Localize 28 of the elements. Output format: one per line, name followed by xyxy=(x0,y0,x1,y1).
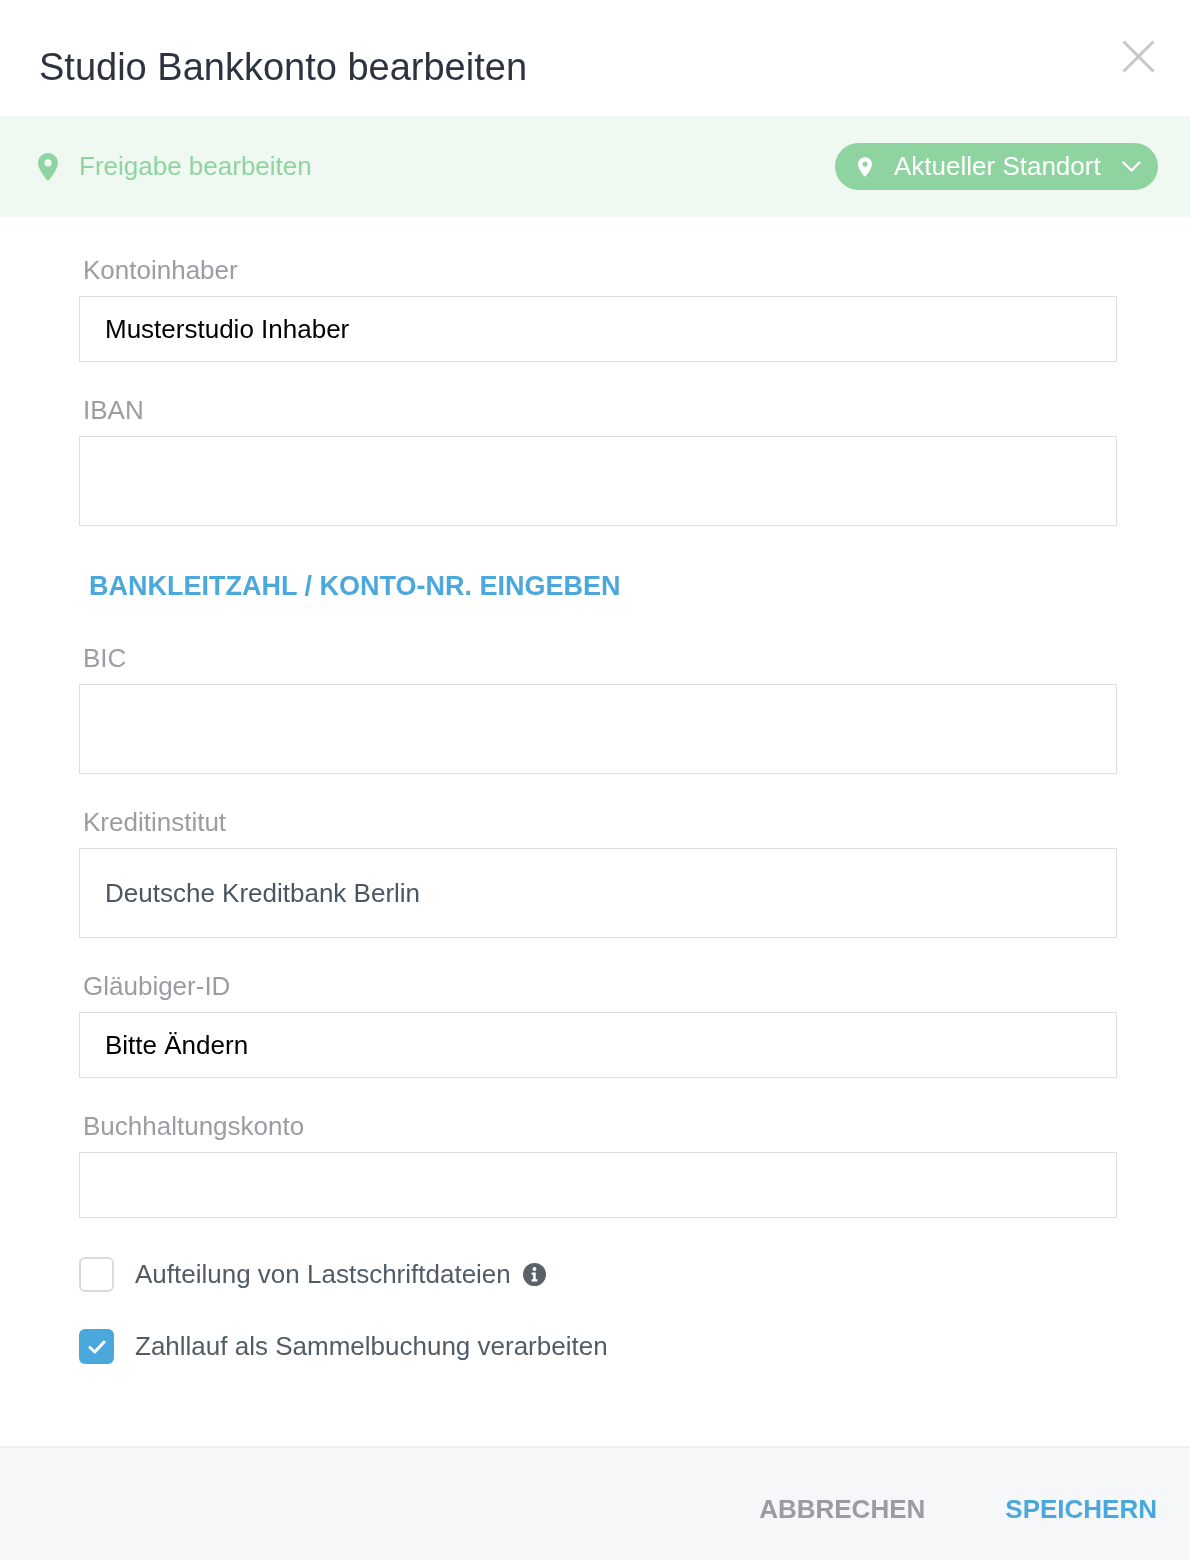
input-field[interactable] xyxy=(79,684,1117,774)
bank-code-link[interactable]: BANKLEITZAHL / KONTO-NR. EINGEBEN xyxy=(89,569,621,603)
close-icon xyxy=(1122,39,1155,73)
input-field[interactable]: Musterstudio Inhaber xyxy=(79,296,1117,362)
field-label: BIC xyxy=(82,644,128,672)
field-label: Kontoinhaber xyxy=(82,256,239,284)
location-pin-icon xyxy=(38,151,58,182)
sharing-label: Freigabe bearbeiten xyxy=(79,150,312,183)
checkbox-label: Zahllauf als Sammelbuchung verarbeiten xyxy=(135,1330,608,1363)
field-label: IBAN xyxy=(82,396,145,424)
close-button[interactable] xyxy=(1122,39,1155,73)
input-field[interactable]: Bitte Ändern xyxy=(79,1012,1117,1078)
checkbox[interactable] xyxy=(79,1329,114,1364)
input-field[interactable] xyxy=(79,1152,1117,1218)
field-label: Buchhaltungskonto xyxy=(82,1112,306,1140)
field-label: Kreditinstitut xyxy=(82,808,228,836)
field-label: Gläubiger-ID xyxy=(82,972,232,1000)
location-pin-icon xyxy=(858,156,872,177)
checkbox-label: Aufteilung von Lastschriftdateien xyxy=(135,1258,511,1291)
checkbox[interactable] xyxy=(79,1257,114,1292)
input-field[interactable] xyxy=(79,436,1117,526)
save-button[interactable]: SPEICHERN xyxy=(1005,1489,1157,1529)
info-icon[interactable] xyxy=(522,1263,546,1286)
dialog-title: Studio Bankkonto bearbeiten xyxy=(39,44,528,90)
check-icon xyxy=(87,1339,106,1354)
cancel-button[interactable]: ABBRECHEN xyxy=(759,1489,926,1529)
location-dropdown[interactable]: Aktueller Standort xyxy=(835,143,1158,190)
chevron-down-icon xyxy=(1122,161,1141,172)
